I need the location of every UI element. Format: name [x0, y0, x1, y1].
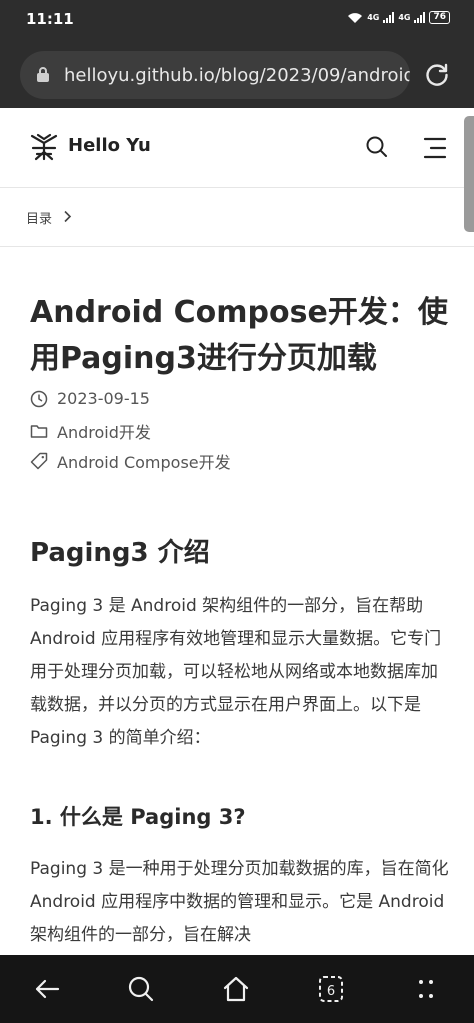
paragraph-2: Paging 3 是一种用于处理分页加载数据的库，旨在简化 Android 应用…	[30, 859, 449, 945]
address-bar[interactable]: helloyu.github.io/blog/2023/09/android-c…	[20, 51, 410, 99]
signal-icon-2	[414, 12, 426, 23]
site-header: Hello Yu	[0, 108, 474, 188]
home-icon[interactable]	[220, 973, 252, 1005]
article-title: Android Compose开发：使用Paging3进行分页加载	[30, 295, 448, 376]
toc-label[interactable]: 目录	[26, 208, 52, 227]
chevron-right-icon	[64, 210, 72, 223]
network-type-1: 4G	[367, 13, 380, 22]
back-icon[interactable]	[31, 973, 63, 1005]
status-icons: 4G 4G 76	[347, 11, 450, 24]
system-nav-bar: 6	[0, 955, 474, 1023]
post-tag[interactable]: Android Compose开发	[30, 449, 231, 473]
post-date-text: 2023-09-15	[57, 389, 150, 408]
clock-icon	[30, 390, 48, 407]
post-tag-link[interactable]: Android Compose开发	[57, 449, 231, 473]
battery-icon: 76	[429, 11, 450, 24]
section-heading: Paging3 介绍	[30, 538, 210, 568]
wifi-icon	[348, 12, 363, 23]
site-title[interactable]: Hello Yu	[68, 135, 151, 156]
browser-chrome: 11:11 4G 4G 76 helloyu.github.io/blog/20…	[0, 0, 474, 108]
toc-bar[interactable]: 目录	[0, 187, 474, 247]
post-date: 2023-09-15	[30, 389, 150, 408]
paragraph-intro: Paging 3 是 Android 架构组件的一部分，旨在帮助 Android…	[30, 596, 442, 748]
lock-icon	[37, 67, 49, 82]
network-type-2: 4G	[398, 13, 411, 22]
status-time: 11:11	[26, 10, 74, 28]
search-nav-icon[interactable]	[125, 973, 157, 1005]
search-icon[interactable]	[365, 135, 389, 159]
signal-icon	[383, 12, 395, 23]
tabs-icon[interactable]: 6	[315, 973, 347, 1005]
menu-icon[interactable]	[422, 136, 448, 160]
post-category[interactable]: Android开发	[30, 419, 151, 443]
tabs-count: 6	[327, 984, 335, 999]
subsection-heading: 1. 什么是 Paging 3?	[30, 805, 246, 829]
post-category-link[interactable]: Android开发	[57, 419, 151, 443]
folder-icon	[30, 425, 48, 438]
more-icon[interactable]	[410, 973, 442, 1005]
tag-icon	[30, 452, 48, 470]
status-bar: 11:11 4G 4G 76	[0, 0, 474, 38]
reload-icon[interactable]	[424, 62, 450, 88]
logo-icon[interactable]	[28, 131, 60, 163]
url-text[interactable]: helloyu.github.io/blog/2023/09/android-c…	[64, 65, 410, 86]
